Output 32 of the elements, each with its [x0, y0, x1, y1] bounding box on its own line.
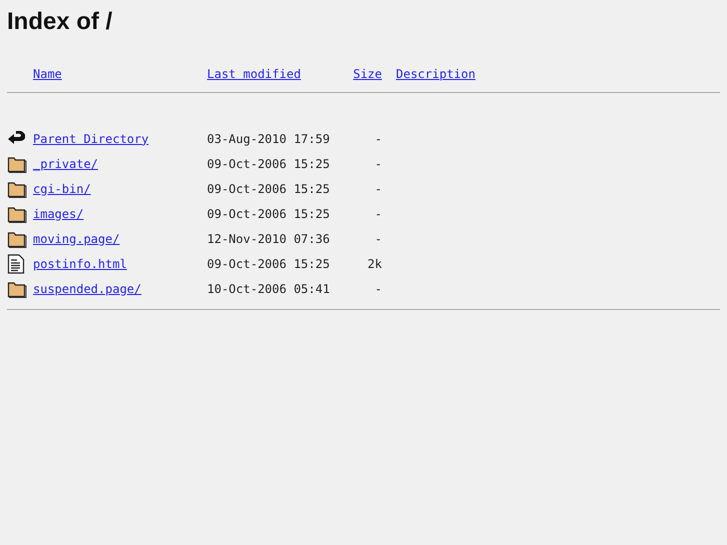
column-header-link[interactable]: Size: [353, 67, 382, 81]
folder-icon: [7, 230, 27, 248]
folder-icon: [7, 180, 27, 198]
modified-date: 09-Oct-2006 15:25: [207, 256, 331, 270]
column-header-link[interactable]: Last modified: [207, 67, 347, 81]
file-link[interactable]: suspended.page/: [33, 282, 207, 296]
modified-date: 12-Nov-2010 07:36: [207, 232, 331, 246]
file-size: -: [374, 206, 382, 220]
folder-icon: [7, 280, 27, 298]
file-link[interactable]: cgi-bin/: [33, 182, 207, 196]
modified-date: 09-Oct-2006 15:25: [207, 182, 331, 196]
folder-icon: [7, 204, 27, 222]
file-size: -: [374, 132, 382, 146]
modified-date: 09-Oct-2006 15:25: [207, 156, 331, 170]
column-header-link[interactable]: Name: [33, 67, 207, 81]
column-header-link[interactable]: Description: [396, 67, 476, 81]
file-link[interactable]: Parent Directory: [33, 132, 207, 146]
file-size: 2k: [368, 256, 382, 270]
file-link[interactable]: images/: [33, 206, 207, 220]
file-link[interactable]: _private/: [33, 156, 207, 170]
modified-date: 10-Oct-2006 05:41: [207, 282, 331, 296]
file-link[interactable]: postinfo.html: [33, 256, 207, 270]
modified-date: 03-Aug-2010 17:59: [207, 132, 331, 146]
file-size: -: [374, 156, 382, 170]
folder-icon: [7, 154, 27, 172]
file-size: -: [374, 182, 382, 196]
document-icon: [7, 254, 25, 274]
file-size: -: [374, 232, 382, 246]
file-link[interactable]: moving.page/: [33, 232, 207, 246]
modified-date: 09-Oct-2006 15:25: [207, 206, 331, 220]
page-title: Index of /: [7, 8, 114, 36]
file-size: -: [374, 282, 382, 296]
